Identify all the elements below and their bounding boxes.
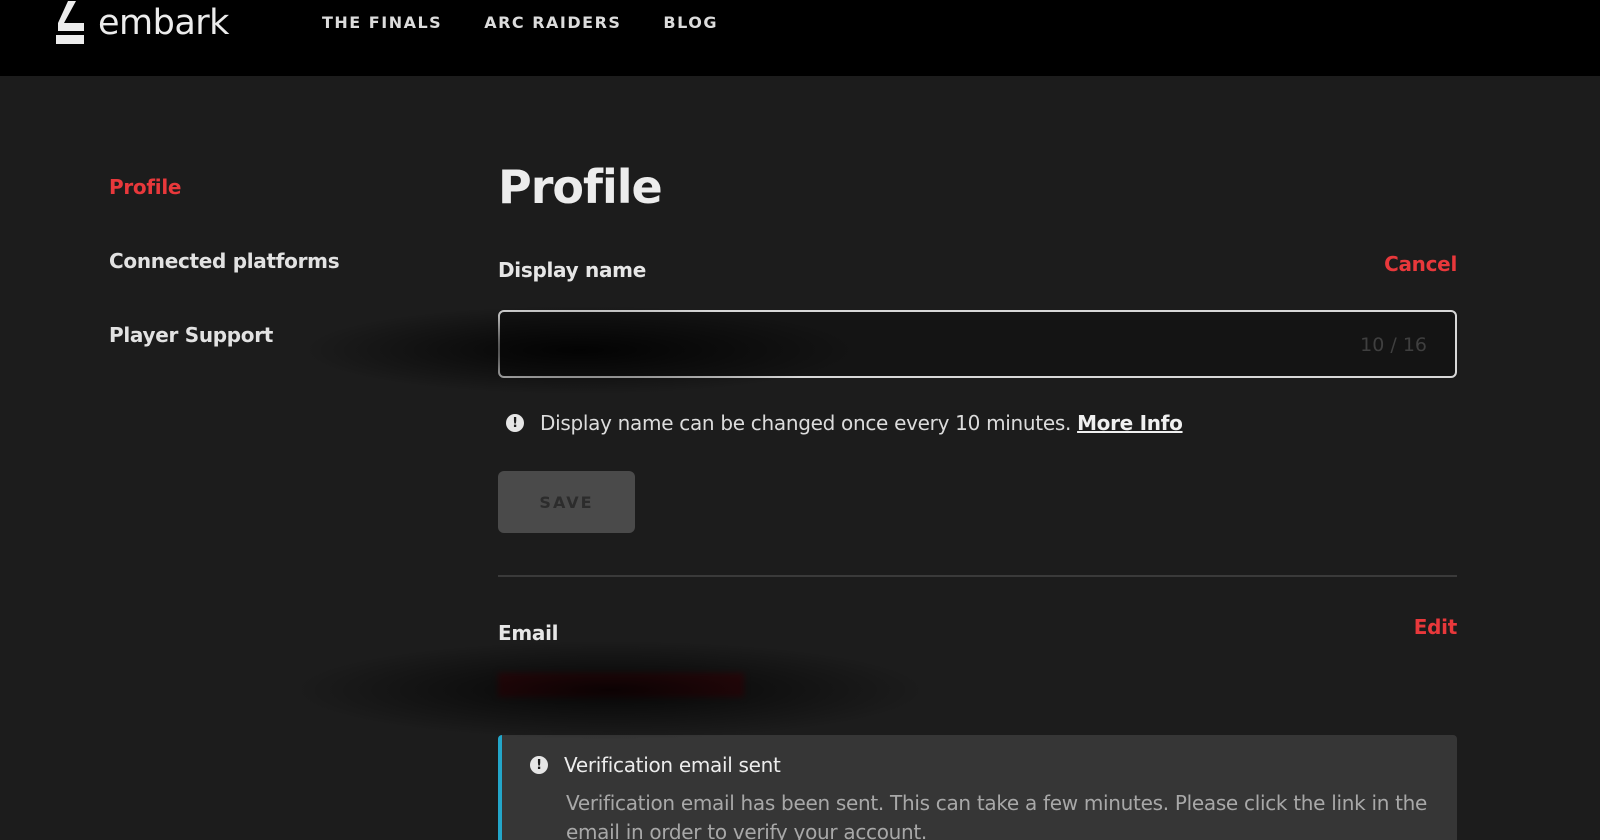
- sidebar-item-connected-platforms[interactable]: Connected platforms: [109, 249, 340, 273]
- nav-item-arc-raiders[interactable]: ARC RAIDERS: [484, 13, 621, 32]
- save-button[interactable]: SAVE: [498, 471, 635, 533]
- notice-title-row: ! Verification email sent: [530, 753, 1429, 777]
- hint-text: Display name can be changed once every 1…: [540, 411, 1072, 435]
- section-divider: [498, 575, 1457, 577]
- email-value-redacted: [498, 673, 744, 697]
- nav-item-blog[interactable]: BLOG: [663, 13, 718, 32]
- nav-item-the-finals[interactable]: THE FINALS: [322, 13, 442, 32]
- notice-body: Verification email has been sent. This c…: [566, 791, 1428, 840]
- display-name-label: Display name: [498, 258, 646, 282]
- settings-sidebar: Profile Connected platforms Player Suppo…: [109, 175, 340, 397]
- display-name-header: Display name Cancel: [498, 252, 1457, 288]
- main-nav: THE FINALS ARC RAIDERS BLOG: [322, 13, 718, 32]
- more-info-link[interactable]: More Info: [1077, 411, 1183, 435]
- character-counter: 10 / 16: [1360, 334, 1427, 356]
- notice-title: Verification email sent: [564, 753, 781, 777]
- email-header: Email Edit: [498, 615, 1457, 651]
- display-name-field: 10 / 16: [498, 310, 1457, 378]
- info-icon: !: [506, 414, 524, 432]
- page-title: Profile: [498, 160, 663, 214]
- top-navbar: embark THE FINALS ARC RAIDERS BLOG: [0, 0, 1600, 76]
- sidebar-item-profile[interactable]: Profile: [109, 175, 339, 199]
- embark-logo[interactable]: embark: [54, 0, 229, 46]
- profile-panel: Profile Display name Cancel 10 / 16 ! Di…: [498, 160, 1457, 840]
- brand-name: embark: [98, 2, 229, 43]
- edit-email-link[interactable]: Edit: [1414, 615, 1458, 639]
- verification-notice: ! Verification email sent Verification e…: [498, 735, 1457, 840]
- sidebar-item-player-support[interactable]: Player Support: [109, 323, 339, 347]
- info-icon: !: [530, 756, 548, 774]
- display-name-hint: ! Display name can be changed once every…: [498, 411, 1457, 435]
- cancel-link[interactable]: Cancel: [1384, 252, 1457, 276]
- email-label: Email: [498, 621, 559, 645]
- embark-logo-icon: [56, 1, 84, 44]
- display-name-input[interactable]: [500, 312, 1455, 376]
